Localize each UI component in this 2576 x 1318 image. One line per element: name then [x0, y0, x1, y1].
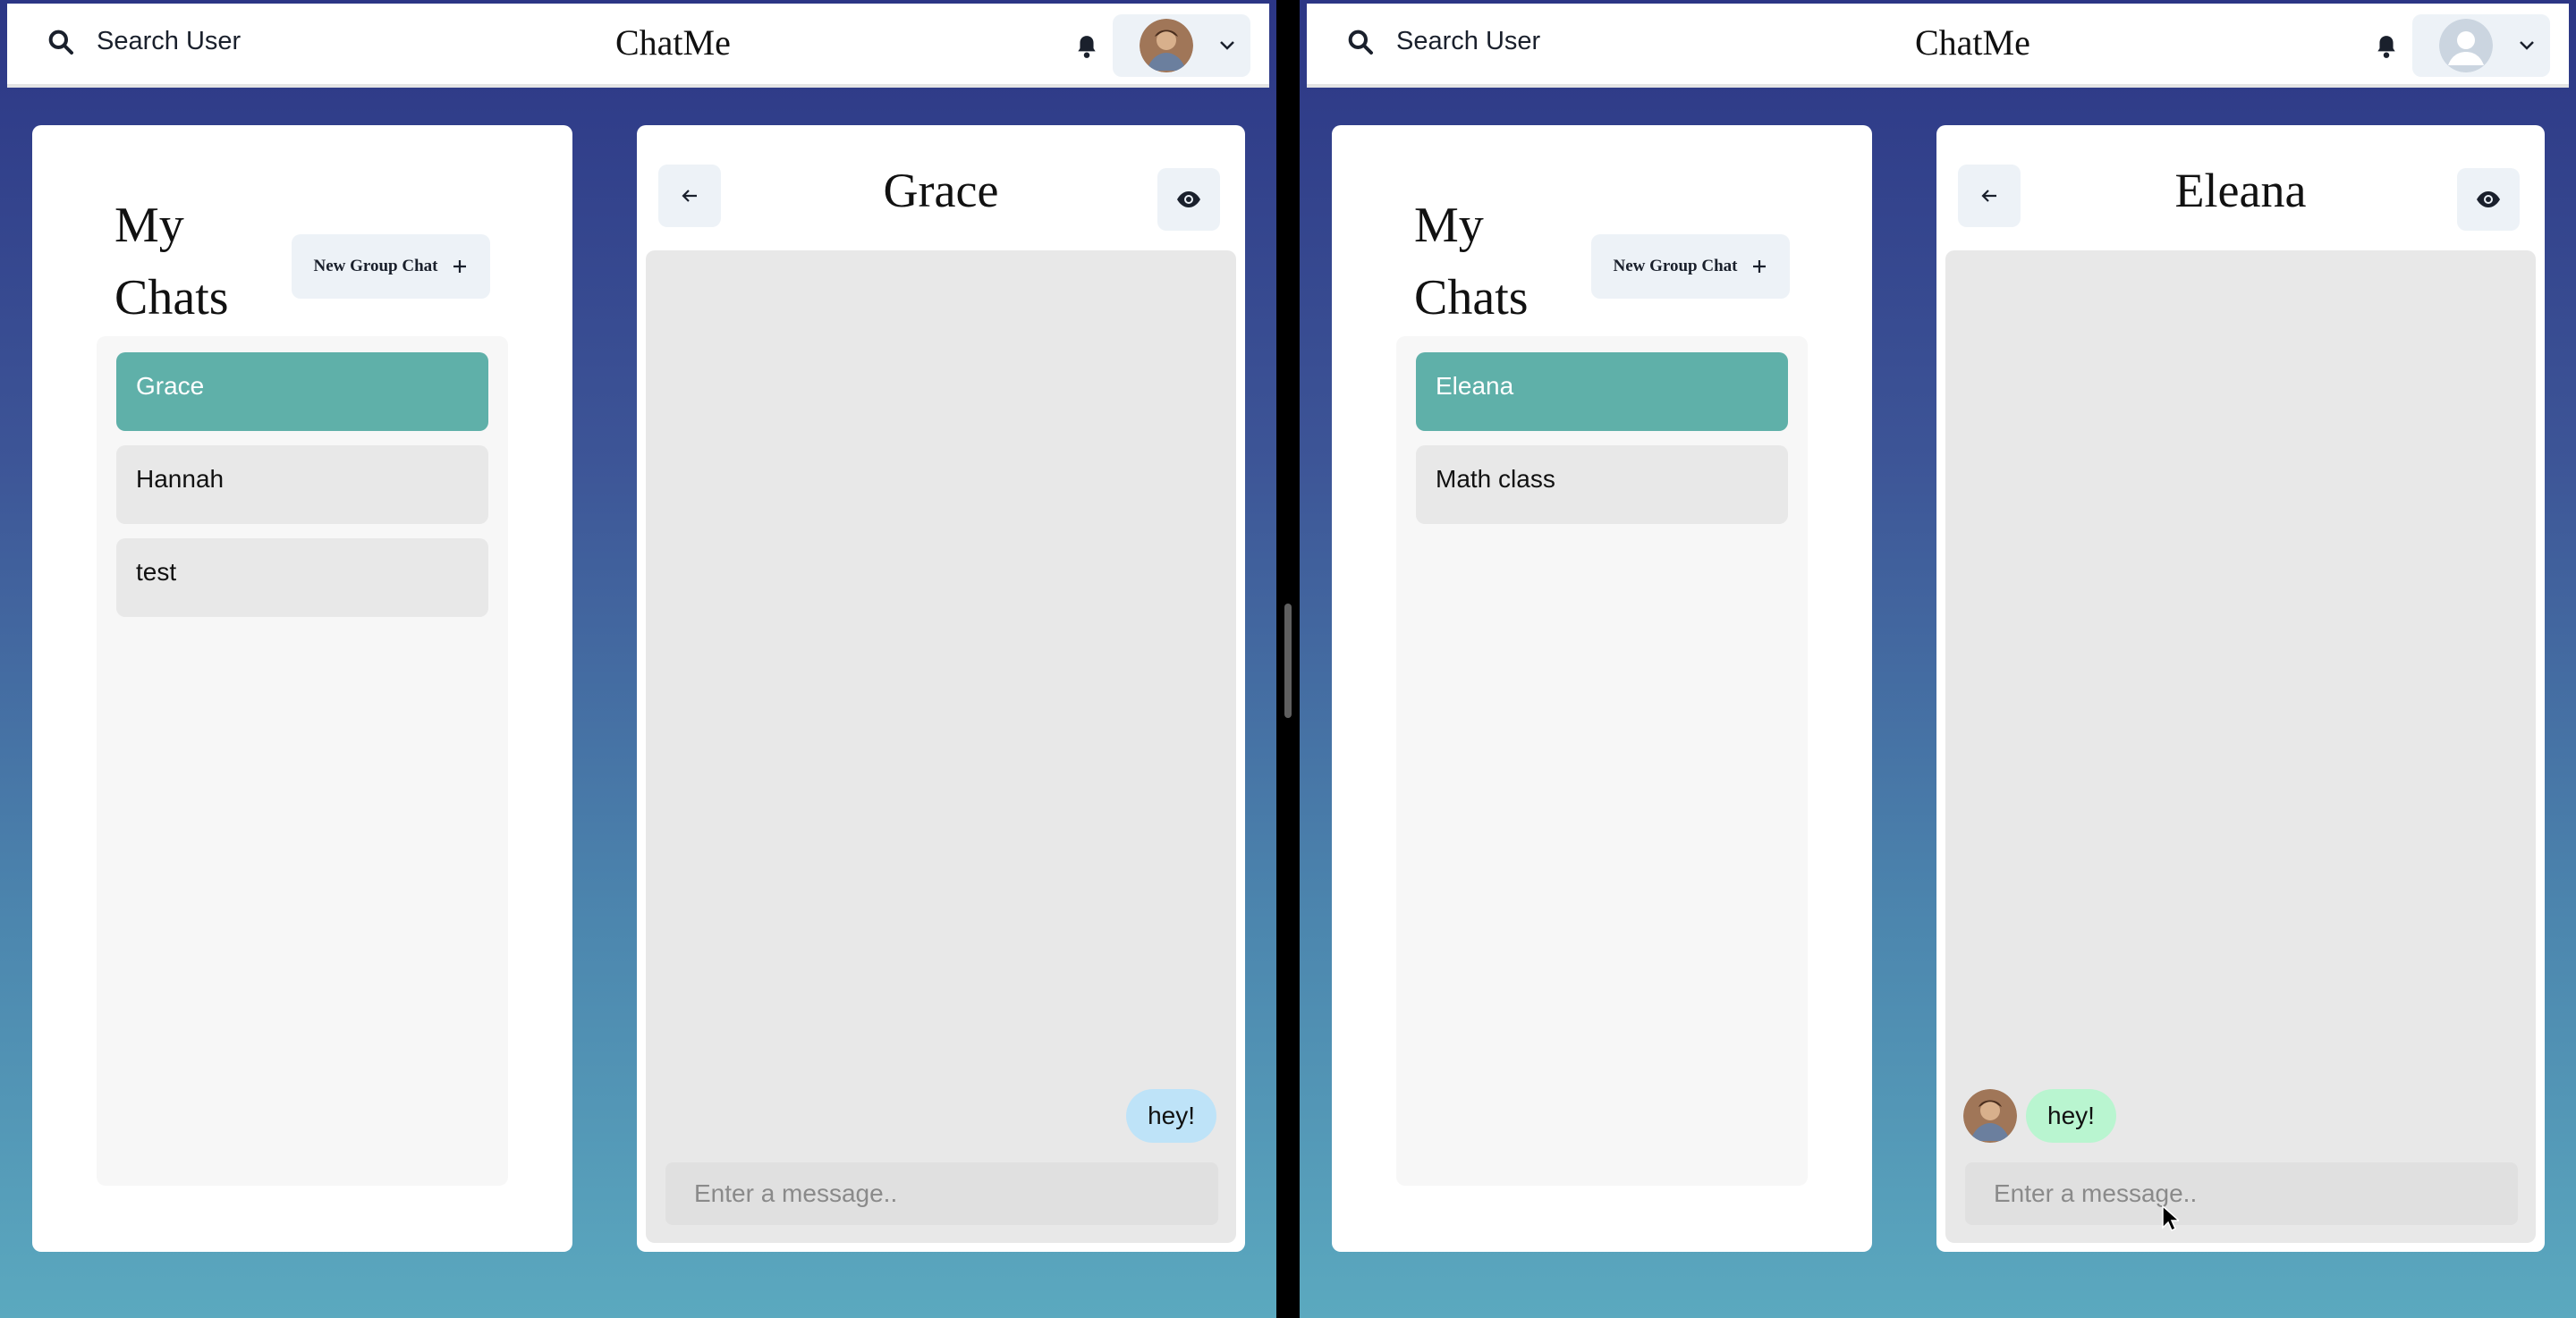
new-group-chat-button[interactable]: New Group Chat	[1591, 234, 1790, 299]
view-profile-button[interactable]	[2457, 168, 2520, 231]
search-user-label: Search User	[1396, 27, 1541, 55]
my-chats-panel: My Chats New Group Chat Grace Hannah tes…	[32, 125, 572, 1252]
back-button[interactable]	[658, 165, 721, 227]
profile-menu-button[interactable]	[1113, 14, 1250, 77]
search-icon	[48, 30, 73, 55]
my-chats-panel: My Chats New Group Chat Eleana Math clas…	[1332, 125, 1872, 1252]
my-chats-title: My Chats	[1414, 198, 1529, 325]
splitter-handle[interactable]	[1284, 604, 1292, 718]
my-chats-title: My Chats	[114, 198, 229, 325]
chat-item-test[interactable]: test	[116, 538, 488, 617]
chat-list: Eleana Math class	[1396, 336, 1808, 1186]
search-icon	[1348, 30, 1373, 55]
top-navbar: Search User ChatMe	[7, 4, 1269, 88]
arrow-left-icon	[1981, 190, 1996, 202]
chat-box-panel: Eleana hey!	[1936, 125, 2545, 1252]
search-user-button[interactable]: Search User	[47, 27, 241, 56]
arrow-left-icon	[682, 190, 697, 202]
default-avatar-icon	[2439, 19, 2493, 72]
new-group-chat-label: New Group Chat	[313, 257, 438, 275]
chat-item-hannah[interactable]: Hannah	[116, 445, 488, 524]
chat-title: Grace	[883, 164, 999, 217]
eye-icon	[1177, 191, 1200, 207]
app-brand: ChatMe	[1915, 22, 2030, 63]
app-brand: ChatMe	[615, 22, 731, 63]
messages-area: hey!	[646, 250, 1236, 1243]
search-user-label: Search User	[97, 27, 242, 55]
chat-list: Grace Hannah test	[97, 336, 508, 1186]
avatar	[1140, 19, 1193, 72]
chat-item-grace[interactable]: Grace	[116, 352, 488, 431]
chevron-down-icon	[1220, 41, 1234, 50]
message-input[interactable]	[1965, 1162, 2518, 1225]
back-button[interactable]	[1958, 165, 2021, 227]
message-bubble-received: hey!	[2026, 1089, 2116, 1143]
view-profile-button[interactable]	[1157, 168, 1220, 231]
sender-avatar[interactable]	[1963, 1089, 2017, 1143]
profile-menu-button[interactable]	[2412, 14, 2550, 77]
chat-window-left: Search User ChatMe My Chats New Group Ch…	[0, 0, 1276, 1318]
chat-item-eleana[interactable]: Eleana	[1416, 352, 1788, 431]
new-group-chat-label: New Group Chat	[1613, 257, 1738, 275]
plus-icon	[1752, 260, 1766, 273]
bell-icon[interactable]	[2375, 34, 2398, 59]
chat-window-right: Search User ChatMe My Chats New Group Ch…	[1300, 0, 2576, 1318]
bell-icon[interactable]	[1075, 34, 1098, 59]
plus-icon	[453, 260, 466, 273]
messages-area: hey!	[1945, 250, 2536, 1243]
search-user-button[interactable]: Search User	[1346, 27, 1540, 56]
chat-box-panel: Grace hey!	[637, 125, 1245, 1252]
chat-item-math-class[interactable]: Math class	[1416, 445, 1788, 524]
chat-title: Eleana	[2174, 164, 2307, 217]
message-input[interactable]	[665, 1162, 1218, 1225]
chevron-down-icon	[2520, 41, 2534, 50]
eye-icon	[2477, 191, 2500, 207]
new-group-chat-button[interactable]: New Group Chat	[292, 234, 490, 299]
top-navbar: Search User ChatMe	[1307, 4, 2569, 88]
message-bubble-sent: hey!	[1126, 1089, 1216, 1143]
